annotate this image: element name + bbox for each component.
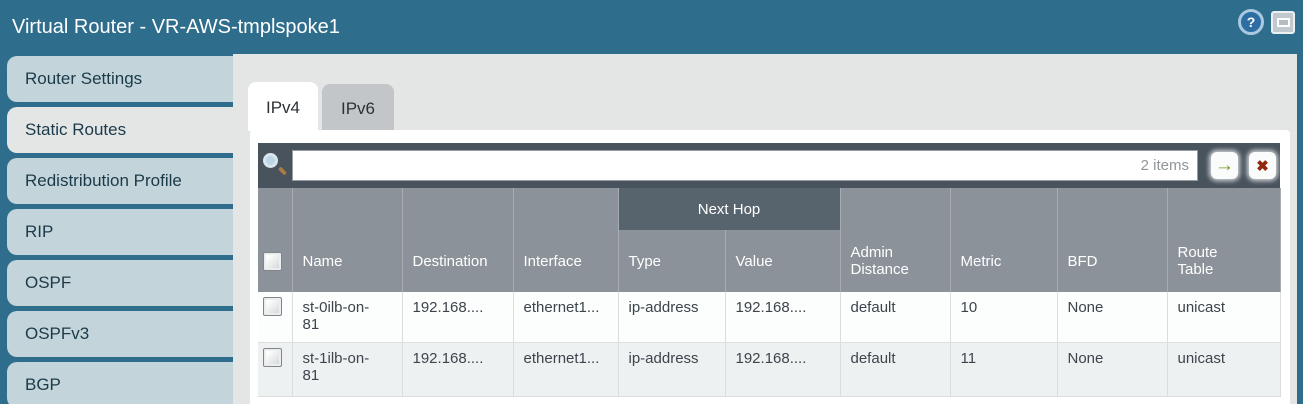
column-header-admin-distance[interactable]: Admin Distance [840, 230, 950, 292]
cell-bfd: None [1057, 342, 1167, 396]
column-header-type[interactable]: Type [618, 230, 725, 292]
cell-type: ip-address [618, 342, 725, 396]
table-header-row: Name Destination Interface Type Value Ad… [258, 230, 1280, 292]
clear-filter-button[interactable]: ✖ [1249, 152, 1276, 179]
cell-name[interactable]: st-0ilb-on-81 [292, 292, 402, 342]
tab-ipv6[interactable]: IPv6 [322, 84, 394, 130]
help-icon[interactable]: ? [1238, 9, 1264, 35]
sidebar-item-ospf[interactable]: OSPF [7, 260, 233, 306]
sidebar-item-static-routes[interactable]: Static Routes [7, 107, 233, 153]
search-icon [262, 152, 288, 178]
group-header-spacer [258, 188, 292, 230]
table-group-header-row: Next Hop [258, 188, 1280, 230]
cell-value: 192.168.... [725, 342, 840, 396]
column-header-name[interactable]: Name [292, 230, 402, 292]
items-count: 2 items [1141, 157, 1197, 174]
static-routes-table: Next Hop Name Destination Interface Type… [258, 188, 1281, 397]
column-header-metric[interactable]: Metric [950, 230, 1057, 292]
column-group-next-hop: Next Hop [618, 188, 840, 230]
cell-route-table: unicast [1167, 292, 1280, 342]
dialog-title: Virtual Router - VR-AWS-tmplspoke1 [0, 16, 340, 39]
column-header-route-table[interactable]: Route Table [1167, 230, 1280, 292]
row-checkbox[interactable] [263, 348, 282, 367]
sidebar-item-router-settings[interactable]: Router Settings [7, 56, 233, 102]
cell-route-table: unicast [1167, 342, 1280, 396]
cell-interface: ethernet1... [513, 342, 618, 396]
help-glyph: ? [1247, 14, 1256, 30]
column-header-bfd[interactable]: BFD [1057, 230, 1167, 292]
column-header-value[interactable]: Value [725, 230, 840, 292]
cell-value: 192.168.... [725, 292, 840, 342]
arrow-right-icon: → [1215, 155, 1234, 177]
table-row[interactable]: st-1ilb-on-81 192.168.... ethernet1... i… [258, 342, 1280, 396]
cell-interface: ethernet1... [513, 292, 618, 342]
sidebar-nav: Router Settings Static Routes Redistribu… [0, 54, 233, 404]
filter-bar: 2 items → ✖ [258, 143, 1280, 188]
select-all-header [258, 230, 292, 292]
cell-admin-distance: default [840, 342, 950, 396]
window-glyph [1277, 18, 1290, 27]
sidebar-item-rip[interactable]: RIP [7, 209, 233, 255]
cell-name[interactable]: st-1ilb-on-81 [292, 342, 402, 396]
apply-filter-button[interactable]: → [1211, 152, 1238, 179]
select-all-checkbox[interactable] [263, 252, 282, 271]
cell-metric: 11 [950, 342, 1057, 396]
dialog-titlebar: Virtual Router - VR-AWS-tmplspoke1 ? [0, 0, 1303, 54]
cell-metric: 10 [950, 292, 1057, 342]
sidebar-item-bgp[interactable]: BGP [7, 362, 233, 404]
cell-type: ip-address [618, 292, 725, 342]
table-row[interactable]: st-0ilb-on-81 192.168.... ethernet1... i… [258, 292, 1280, 342]
static-routes-panel: 2 items → ✖ Next Hop [250, 130, 1290, 404]
tab-ipv4[interactable]: IPv4 [248, 82, 318, 131]
dialog-frame-edge [1297, 54, 1303, 404]
sidebar-item-redistribution-profile[interactable]: Redistribution Profile [7, 158, 233, 204]
cell-destination: 192.168.... [402, 342, 513, 396]
popout-window-icon[interactable] [1271, 11, 1295, 34]
cell-admin-distance: default [840, 292, 950, 342]
sidebar-item-ospfv3[interactable]: OSPFv3 [7, 311, 233, 357]
cell-bfd: None [1057, 292, 1167, 342]
close-x-icon: ✖ [1256, 157, 1269, 175]
cell-destination: 192.168.... [402, 292, 513, 342]
search-input[interactable]: 2 items [292, 150, 1198, 181]
column-header-interface[interactable]: Interface [513, 230, 618, 292]
column-header-destination[interactable]: Destination [402, 230, 513, 292]
row-checkbox[interactable] [263, 297, 282, 316]
